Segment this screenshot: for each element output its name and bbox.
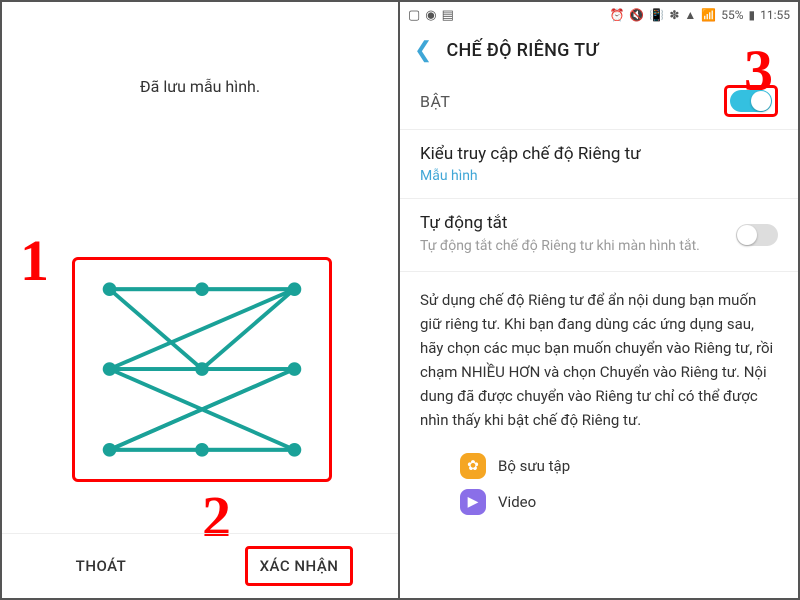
pattern-bottom-bar: THOÁT XÁC NHẬN [2, 533, 398, 598]
confirm-button-label: XÁC NHẬN [245, 546, 354, 586]
access-type-title: Kiểu truy cập chế độ Riêng tư [420, 144, 778, 164]
pattern-saved-message: Đã lưu mẫu hình. [2, 77, 398, 96]
on-label: BẬT [420, 92, 450, 111]
list-item[interactable]: ✿ Bộ sưu tập [460, 448, 778, 484]
pattern-confirm-screen: Đã lưu mẫu hình. 1 [2, 2, 400, 598]
private-mode-master-toggle-row: BẬT [400, 71, 798, 130]
vibrate-icon: 📳 [649, 8, 664, 22]
status-bar: ▢ ◉ ▤ ⏰ 🔇 📳 ✽ ▲ 📶 55% ▮ 11:55 [400, 2, 798, 28]
supported-apps-list: ✿ Bộ sưu tập ▶ Video [400, 448, 798, 530]
private-mode-description: Sử dụng chế độ Riêng tư để ẩn nội dung b… [400, 272, 798, 448]
notification-icon: ▤ [442, 8, 454, 23]
page-title: CHẾ ĐỘ RIÊNG TƯ [446, 40, 598, 61]
app-label: Video [498, 493, 536, 511]
gallery-icon: ✿ [460, 453, 486, 479]
pattern-grid-highlight [72, 257, 332, 482]
messenger-icon: ◉ [425, 8, 436, 23]
toggle-knob [751, 91, 771, 111]
status-right-icons: ⏰ 🔇 📳 ✽ ▲ 📶 55% ▮ 11:55 [609, 8, 790, 22]
annotation-1: 1 [20, 232, 49, 290]
status-left-icons: ▢ ◉ ▤ [408, 8, 454, 23]
battery-pct: 55% [721, 8, 743, 22]
access-type-row[interactable]: Kiểu truy cập chế độ Riêng tư Mẫu hình [400, 130, 798, 198]
exit-button[interactable]: THOÁT [2, 534, 200, 598]
signal-icon: 📶 [701, 8, 716, 22]
image-icon: ▢ [408, 8, 420, 23]
auto-off-subtitle: Tự động tắt chế độ Riêng tư khi màn hình… [420, 237, 726, 257]
private-mode-toggle[interactable] [730, 90, 772, 112]
exit-button-label: THOÁT [76, 557, 127, 575]
video-icon: ▶ [460, 489, 486, 515]
bluetooth-icon: ✽ [669, 8, 679, 22]
back-arrow-icon[interactable]: ❮ [414, 38, 432, 63]
toggle-knob [737, 225, 757, 245]
mute-icon: 🔇 [629, 8, 644, 22]
auto-off-row: Tự động tắt Tự động tắt chế độ Riêng tư … [400, 198, 798, 271]
access-type-value: Mẫu hình [420, 168, 778, 184]
clock-text: 11:55 [760, 8, 790, 22]
pattern-grid[interactable] [75, 260, 329, 479]
list-item[interactable]: ▶ Video [460, 484, 778, 520]
auto-off-title: Tự động tắt [420, 213, 726, 233]
header-bar: ❮ CHẾ ĐỘ RIÊNG TƯ [400, 28, 798, 71]
auto-off-toggle[interactable] [736, 224, 778, 246]
battery-icon: ▮ [749, 8, 756, 22]
app-label: Bộ sưu tập [498, 457, 570, 475]
wifi-icon: ▲ [684, 8, 696, 22]
alarm-off-icon: ⏰ [609, 8, 624, 22]
private-mode-settings-screen: ▢ ◉ ▤ ⏰ 🔇 📳 ✽ ▲ 📶 55% ▮ 11:55 ❮ CHẾ ĐỘ R… [400, 2, 798, 598]
confirm-button[interactable]: XÁC NHẬN [200, 534, 398, 598]
